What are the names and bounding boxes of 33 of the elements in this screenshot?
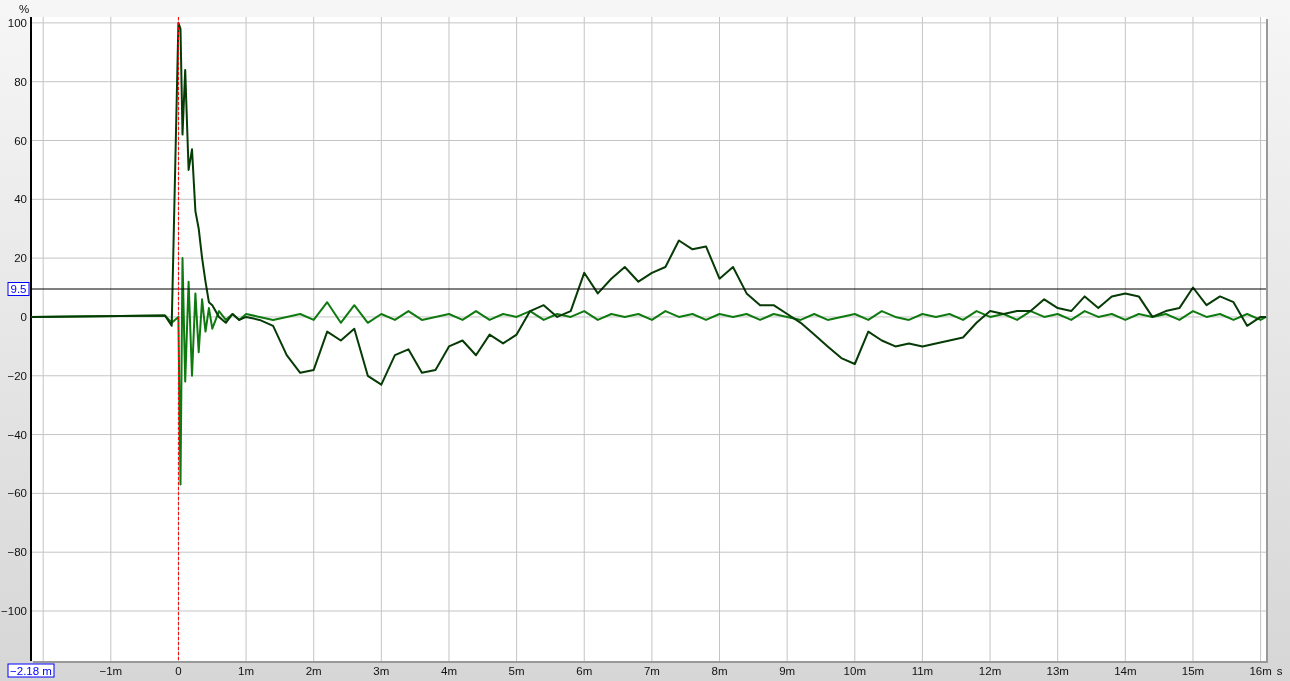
- x-tick-label: 5m: [508, 665, 525, 677]
- y-tick-label: −60: [7, 487, 27, 500]
- x-tick-label: 15m: [1181, 665, 1205, 677]
- x-tick-label: 2m: [305, 665, 322, 677]
- x-tick-label: 8m: [711, 665, 728, 677]
- x-tick-label: 1m: [238, 665, 255, 677]
- y-tick-label: 40: [14, 193, 27, 206]
- x-tick-label: 14m: [1114, 665, 1137, 677]
- x-tick-label: 6m: [576, 665, 593, 677]
- y-tick-label: −80: [7, 546, 27, 559]
- y-tick-label: −100: [1, 605, 27, 617]
- x-tick-label: 10m: [843, 665, 866, 677]
- x-tick-label: 11m: [911, 665, 934, 677]
- x-tick-label: 9m: [779, 665, 796, 677]
- x-tick-label: 0: [175, 665, 182, 677]
- x-tick-label: 7m: [643, 665, 660, 677]
- y-tick-label: 0: [20, 310, 27, 323]
- y-tick-label: 20: [14, 252, 27, 265]
- y-tick-label: −40: [7, 428, 27, 441]
- y-tick-label: −20: [7, 369, 27, 382]
- marker-value-label: 9.5: [7, 282, 30, 296]
- x-tick-label: −1m: [99, 665, 123, 677]
- x-tick-label: 4m: [441, 665, 457, 677]
- x-tick-label: 16m: [1249, 665, 1272, 677]
- y-tick-label: 100: [7, 16, 27, 29]
- x-tick-label: 3m: [373, 665, 390, 677]
- y-unit-label: %: [18, 3, 30, 15]
- x-tick-label: 13m: [1046, 665, 1069, 677]
- y-tick-label: 60: [14, 134, 27, 147]
- cursor-readout: −2.18 m: [7, 663, 55, 678]
- x-unit-label: s: [1276, 665, 1283, 677]
- x-tick-label: 12m: [978, 665, 1002, 677]
- y-tick-label: 80: [14, 75, 27, 88]
